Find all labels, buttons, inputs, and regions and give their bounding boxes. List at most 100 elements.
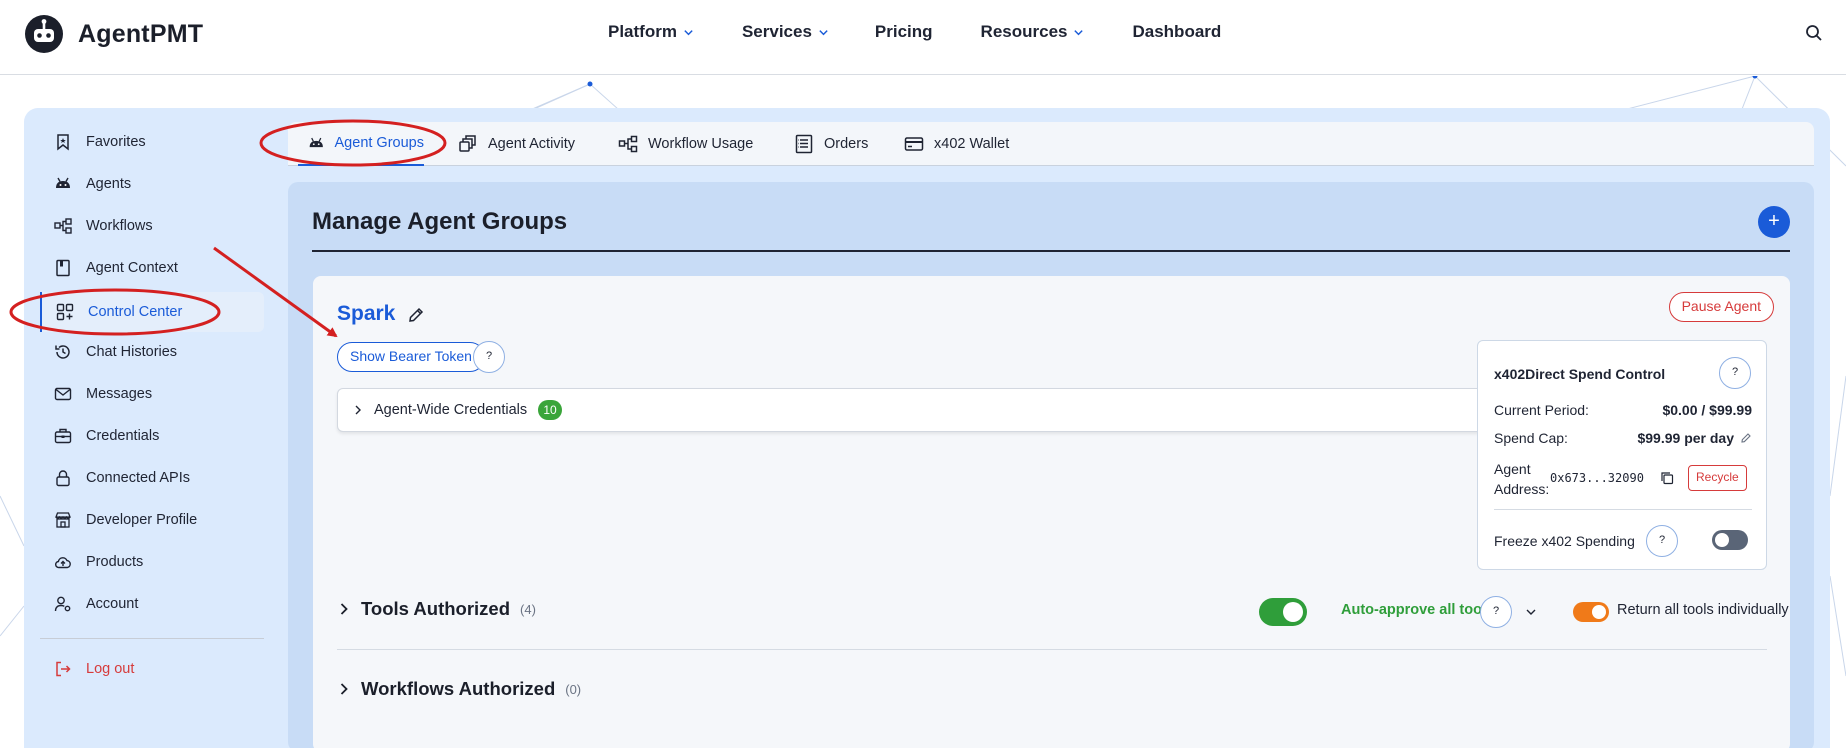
chevron-right-icon (340, 603, 348, 615)
current-period-row: Current Period: $0.00 / $99.99 (1494, 402, 1752, 418)
nav-pricing[interactable]: Pricing (875, 22, 933, 42)
logout-button[interactable]: Log out (54, 660, 134, 678)
sidebar-item-chat-histories[interactable]: Chat Histories (54, 343, 177, 361)
tab-x402-wallet[interactable]: x402 Wallet (904, 122, 1009, 166)
lock-icon (56, 470, 70, 487)
section-divider (337, 649, 1767, 650)
page-title: Manage Agent Groups (312, 208, 568, 235)
book-icon (56, 259, 70, 277)
tools-authorized-title: Tools Authorized (361, 598, 511, 619)
sidebar-item-label: Products (86, 554, 144, 570)
agent-group-card: Spark Pause Agent Show Bearer Token ? Ag… (313, 276, 1790, 748)
freeze-spending-label: Freeze x402 Spending (1494, 533, 1635, 549)
chevron-down-icon (684, 29, 693, 35)
sidebar-item-workflows[interactable]: Workflows (54, 217, 153, 235)
nav-dashboard[interactable]: Dashboard (1132, 22, 1221, 42)
chevron-down-icon[interactable] (1525, 606, 1537, 618)
brand-name: AgentPMT (78, 19, 204, 48)
spend-cap-label: Spend Cap: (1494, 430, 1568, 446)
sidebar-item-agent-context[interactable]: Agent Context (54, 259, 178, 277)
spend-divider (1494, 509, 1752, 510)
add-agent-group-button[interactable]: + (1758, 206, 1790, 238)
sidebar-divider (40, 638, 264, 639)
sidebar-item-label: Chat Histories (86, 344, 178, 360)
mail-icon (54, 387, 72, 401)
brand[interactable]: AgentPMT (24, 14, 203, 54)
title-divider (312, 250, 1790, 252)
orders-icon (795, 134, 813, 154)
sidebar-item-messages[interactable]: Messages (54, 385, 152, 403)
tab-label: Agent Activity (488, 136, 576, 152)
nav-platform-label: Platform (608, 22, 677, 41)
sidebar-item-label: Account (86, 596, 139, 612)
workflows-authorized-count: (0) (565, 681, 582, 697)
sidebar-item-label: Agent Context (86, 260, 178, 276)
main-content: Manage Agent Groups + Spark Pause Agent … (288, 182, 1814, 748)
spend-cap-value: $99.99 per day (1637, 430, 1734, 446)
return-tools-toggle[interactable] (1573, 602, 1609, 622)
sidebar-item-credentials[interactable]: Credentials (54, 427, 159, 445)
workflow-icon (54, 218, 72, 234)
sidebar-item-label: Developer Profile (86, 512, 198, 528)
pencil-icon[interactable] (407, 306, 425, 324)
sidebar-item-label: Connected APIs (86, 470, 190, 486)
chevron-right-icon (340, 683, 348, 695)
sidebar-item-favorites[interactable]: Favorites (54, 133, 146, 151)
spend-control-panel: x402Direct Spend Control ? Current Perio… (1477, 340, 1767, 570)
nav-resources[interactable]: Resources (981, 22, 1085, 42)
workflows-authorized-title: Workflows Authorized (361, 678, 556, 699)
chevron-right-icon (355, 405, 361, 415)
spend-help-button[interactable]: ? (1719, 357, 1751, 389)
credentials-label: Agent-Wide Credentials (374, 402, 528, 418)
tools-help-button[interactable]: ? (1480, 596, 1512, 628)
robot-icon (309, 137, 323, 148)
tab-label: Workflow Usage (648, 136, 754, 152)
sidebar-item-label: Control Center (88, 304, 183, 320)
storefront-icon (55, 512, 71, 528)
nav-resources-label: Resources (980, 22, 1068, 41)
nav-services[interactable]: Services (742, 22, 829, 42)
recycle-address-button[interactable]: Recycle (1688, 465, 1747, 491)
nav-dashboard-label: Dashboard (1132, 22, 1222, 41)
robot-logo-icon (25, 15, 63, 53)
top-header: AgentPMT Platform Services Pricing Resou… (0, 0, 1846, 75)
chevron-down-icon (1074, 29, 1084, 35)
auto-approve-toggle[interactable] (1259, 598, 1307, 626)
agent-address-value: 0x673...32090 (1550, 471, 1644, 485)
sidebar-item-account[interactable]: Account (54, 595, 138, 613)
show-bearer-token-button[interactable]: Show Bearer Token (337, 342, 485, 372)
current-period-label: Current Period: (1494, 402, 1589, 418)
sidebar-item-control-center[interactable]: Control Center (40, 292, 264, 332)
freeze-help-button[interactable]: ? (1646, 525, 1678, 557)
sidebar-item-label: Workflows (86, 218, 153, 234)
pencil-icon[interactable] (1740, 432, 1752, 444)
sidebar-item-developer-profile[interactable]: Developer Profile (54, 511, 197, 529)
nav-platform[interactable]: Platform (608, 22, 694, 42)
tab-workflow-usage[interactable]: Workflow Usage (618, 122, 753, 166)
sidebar-item-products[interactable]: Products (54, 553, 143, 571)
copy-icon[interactable] (1660, 471, 1674, 485)
main-nav: Platform Services Pricing Resources Dash… (608, 22, 1221, 42)
pause-agent-button[interactable]: Pause Agent (1668, 292, 1774, 322)
bearer-help-button[interactable]: ? (473, 341, 505, 373)
logout-label: Log out (86, 661, 135, 677)
workflow-icon (618, 135, 638, 153)
sidebar-item-label: Credentials (86, 428, 160, 444)
sidebar-item-connected-apis[interactable]: Connected APIs (54, 469, 190, 487)
tab-orders[interactable]: Orders (794, 122, 868, 166)
workflows-authorized-header[interactable]: Workflows Authorized (0) (337, 678, 581, 700)
logout-icon (56, 661, 71, 677)
spend-control-title: x402Direct Spend Control (1494, 366, 1666, 382)
search-icon[interactable] (1803, 22, 1825, 44)
auto-approve-label: Auto-approve all tools (1341, 602, 1495, 618)
sidebar-item-agents[interactable]: Agents (54, 175, 131, 193)
freeze-spending-toggle[interactable] (1712, 530, 1748, 550)
tools-authorized-header[interactable]: Tools Authorized (4) (337, 598, 536, 620)
tab-agent-activity[interactable]: Agent Activity (458, 122, 575, 166)
activity-icon (459, 135, 476, 152)
agent-wide-credentials[interactable]: Agent-Wide Credentials 10 (337, 388, 1507, 432)
credentials-count-badge: 10 (538, 400, 562, 420)
nav-pricing-label: Pricing (874, 22, 933, 41)
tab-agent-groups[interactable]: Agent Groups (298, 122, 424, 166)
grid-plus-icon (56, 303, 74, 321)
